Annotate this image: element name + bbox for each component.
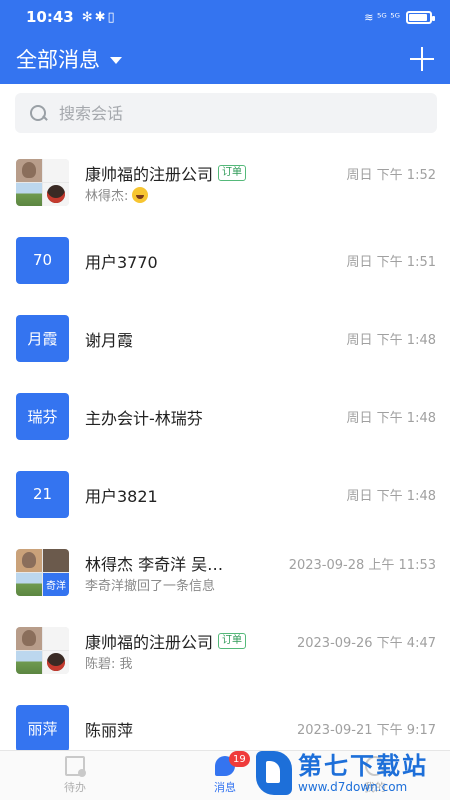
page-title-dropdown[interactable]: 全部消息 xyxy=(16,44,100,74)
conversation-item[interactable]: 康帅福的注册公司 订单 2023-09-26 下午 4:47 陈碧: 我 xyxy=(0,611,450,689)
avatar: 70 xyxy=(16,236,69,284)
conversation-name: 谢月霞 xyxy=(85,331,134,350)
avatar: 月霞 xyxy=(16,314,69,362)
preview-text: 林得杰: xyxy=(85,189,129,204)
group-avatar xyxy=(16,626,69,674)
search-icon xyxy=(29,104,47,122)
conversation-name: 康帅福的注册公司 订单 xyxy=(85,161,247,185)
conversation-name: 主办会计-林瑞芬 xyxy=(85,409,203,428)
conversation-time: 2023-09-26 下午 4:47 xyxy=(296,636,436,651)
conversation-item[interactable]: 21 用户3821 周日 下午 1:48 xyxy=(0,455,450,533)
order-tag: 订单 xyxy=(218,165,247,181)
conversation-name: 康帅福的注册公司 订单 xyxy=(85,629,247,653)
battery-icon xyxy=(406,10,435,24)
status-right-icons: ≋ ⁵ᴳ ⁵ᴳ xyxy=(364,10,435,24)
tab-label: 我的 xyxy=(364,781,386,794)
conversation-item[interactable]: 70 用户3770 周日 下午 1:51 xyxy=(0,221,450,299)
group-avatar: 奇洋 xyxy=(16,548,69,596)
conversation-preview: 李奇洋撤回了一条信息 xyxy=(85,579,216,594)
conversation-time: 周日 下午 1:52 xyxy=(346,168,436,183)
unread-badge: 19 xyxy=(229,751,250,767)
conversation-name: 用户3821 xyxy=(85,487,158,506)
conversation-preview: 林得杰: xyxy=(85,185,149,204)
avatar: 丽萍 xyxy=(16,704,69,752)
conversation-name: 陈丽萍 xyxy=(85,721,134,740)
status-left-icons: ✻✱▯ xyxy=(81,9,117,25)
group-avatar xyxy=(16,158,69,206)
avatar: 21 xyxy=(16,470,69,518)
conversation-time: 2023-09-21 下午 9:17 xyxy=(296,723,436,738)
profile-icon xyxy=(365,756,385,776)
conversation-item[interactable]: 奇洋 林得杰 李奇洋 吴… 2023-09-28 上午 11:53 李奇洋撤回了… xyxy=(0,533,450,611)
conversation-time: 周日 下午 1:48 xyxy=(346,489,436,504)
order-tag: 订单 xyxy=(218,633,247,649)
tab-messages[interactable]: 19 消息 xyxy=(150,751,300,800)
conversation-name: 用户3770 xyxy=(85,253,158,272)
conversation-time: 周日 下午 1:51 xyxy=(346,255,436,270)
tab-todo[interactable]: 待办 xyxy=(0,751,150,800)
add-icon[interactable] xyxy=(410,47,434,71)
conversation-item[interactable]: 瑞芬 主办会计-林瑞芬 周日 下午 1:48 xyxy=(0,377,450,455)
signal-icon: ≋ ⁵ᴳ ⁵ᴳ xyxy=(364,10,400,24)
search-input[interactable] xyxy=(59,103,399,123)
conversation-name: 林得杰 李奇洋 吴… xyxy=(85,555,224,574)
search-bar[interactable] xyxy=(15,93,437,133)
tab-label: 消息 xyxy=(214,781,236,794)
conversation-preview: 陈碧: 我 xyxy=(85,657,133,672)
status-bar: 10:43 ✻✱▯ ≋ ⁵ᴳ ⁵ᴳ xyxy=(0,0,450,34)
status-time: 10:43 xyxy=(26,8,74,26)
bottom-tab-bar: 待办 19 消息 我的 xyxy=(0,750,450,800)
tab-profile[interactable]: 我的 xyxy=(300,751,450,800)
grin-emoji-icon xyxy=(132,186,149,203)
conversation-time: 周日 下午 1:48 xyxy=(346,411,436,426)
app-header: 全部消息 xyxy=(0,34,450,84)
conversation-time: 周日 下午 1:48 xyxy=(346,333,436,348)
todo-icon xyxy=(65,756,86,777)
conversation-time: 2023-09-28 上午 11:53 xyxy=(288,558,436,573)
tab-label: 待办 xyxy=(64,781,86,794)
avatar-tag: 奇洋 xyxy=(43,572,69,596)
conversation-title: 康帅福的注册公司 xyxy=(85,633,214,652)
conversation-item[interactable]: 月霞 谢月霞 周日 下午 1:48 xyxy=(0,299,450,377)
conversation-item[interactable]: 康帅福的注册公司 订单 周日 下午 1:52 林得杰: xyxy=(0,143,450,221)
chevron-down-icon[interactable] xyxy=(110,57,122,64)
conversation-list: 康帅福的注册公司 订单 周日 下午 1:52 林得杰: 70 用户3770 周日… xyxy=(0,143,450,767)
avatar: 瑞芬 xyxy=(16,392,69,440)
conversation-title: 康帅福的注册公司 xyxy=(85,165,214,184)
